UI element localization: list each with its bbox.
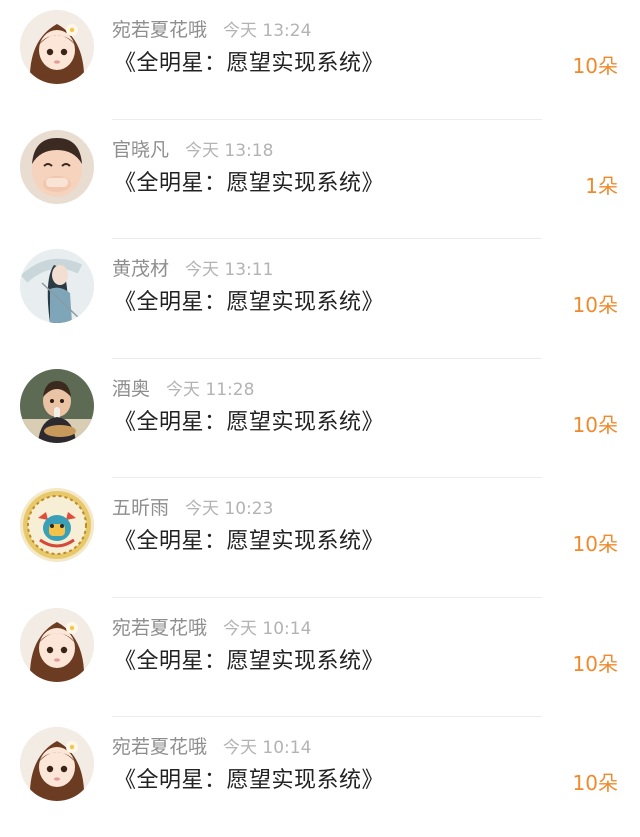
- avatar[interactable]: [20, 488, 94, 562]
- username[interactable]: 五昕雨: [112, 497, 169, 519]
- list-item[interactable]: 五昕雨 今天 10:23 《全明星：愿望实现系统》 10朵: [0, 478, 640, 598]
- timestamp: 今天 10:14: [223, 618, 312, 639]
- avatar[interactable]: [20, 249, 94, 323]
- doll-girl-avatar-icon: [20, 727, 94, 801]
- flower-amount: 10朵: [572, 771, 618, 795]
- timestamp: 今天 13:11: [185, 260, 274, 280]
- book-title[interactable]: 《全明星：愿望实现系统》: [114, 407, 384, 439]
- timestamp: 今天 10:23: [185, 499, 274, 519]
- username[interactable]: 官晓凡: [112, 139, 169, 161]
- avatar[interactable]: [20, 727, 94, 801]
- username[interactable]: 黄茂材: [112, 258, 169, 280]
- avatar[interactable]: [20, 129, 94, 204]
- book-title[interactable]: 《全明星：愿望实现系统》: [114, 646, 384, 678]
- list-item[interactable]: 酒奥 今天 11:28 《全明星：愿望实现系统》 10朵: [0, 359, 640, 478]
- username[interactable]: 宛若夏花哦: [112, 19, 207, 41]
- flower-amount: 10朵: [572, 293, 618, 317]
- book-title[interactable]: 《全明星：愿望实现系统》: [114, 48, 384, 80]
- username[interactable]: 宛若夏花哦: [112, 736, 207, 758]
- flower-amount: 10朵: [572, 532, 618, 556]
- list-item[interactable]: 黄茂材 今天 13:11 《全明星：愿望实现系统》 10朵: [0, 239, 640, 359]
- flower-amount: 1朵: [585, 173, 618, 198]
- book-title[interactable]: 《全明星：愿望实现系统》: [114, 526, 384, 558]
- flower-amount: 10朵: [572, 651, 618, 676]
- list-item[interactable]: 宛若夏花哦 今天 10:14 《全明星：愿望实现系统》 10朵: [0, 598, 640, 717]
- username[interactable]: 酒奥: [112, 378, 150, 400]
- doll-girl-avatar-icon: [20, 10, 94, 84]
- flower-amount: 10朵: [572, 412, 618, 437]
- book-title[interactable]: 《全明星：愿望实现系统》: [114, 287, 384, 319]
- timestamp: 今天 13:24: [223, 21, 312, 41]
- doll-girl-avatar-icon: [20, 607, 94, 682]
- timestamp: 今天 13:18: [185, 140, 274, 161]
- laughing-boy-avatar-icon: [20, 129, 94, 204]
- avatar[interactable]: [20, 368, 94, 443]
- toddler-avatar-icon: [20, 368, 94, 443]
- ox-badge-avatar-icon: [20, 488, 94, 562]
- book-title[interactable]: 《全明星：愿望实现系统》: [114, 168, 384, 200]
- book-title[interactable]: 《全明星：愿望实现系统》: [114, 765, 384, 797]
- timestamp: 今天 10:14: [223, 738, 312, 758]
- avatar[interactable]: [20, 10, 94, 84]
- umbrella-girl-avatar-icon: [20, 249, 94, 323]
- timestamp: 今天 11:28: [166, 379, 255, 400]
- avatar[interactable]: [20, 607, 94, 682]
- list-item[interactable]: 官晓凡 今天 13:18 《全明星：愿望实现系统》 1朵: [0, 120, 640, 239]
- list-item[interactable]: 宛若夏花哦 今天 10:14 《全明星：愿望实现系统》 10朵: [0, 717, 640, 837]
- list-item[interactable]: 宛若夏花哦 今天 13:24 《全明星：愿望实现系统》 10朵: [0, 0, 640, 120]
- flower-amount: 10朵: [572, 54, 618, 78]
- username[interactable]: 宛若夏花哦: [112, 617, 207, 639]
- gift-record-list: 宛若夏花哦 今天 13:24 《全明星：愿望实现系统》 10朵 官晓凡 今天 13:…: [0, 0, 640, 837]
